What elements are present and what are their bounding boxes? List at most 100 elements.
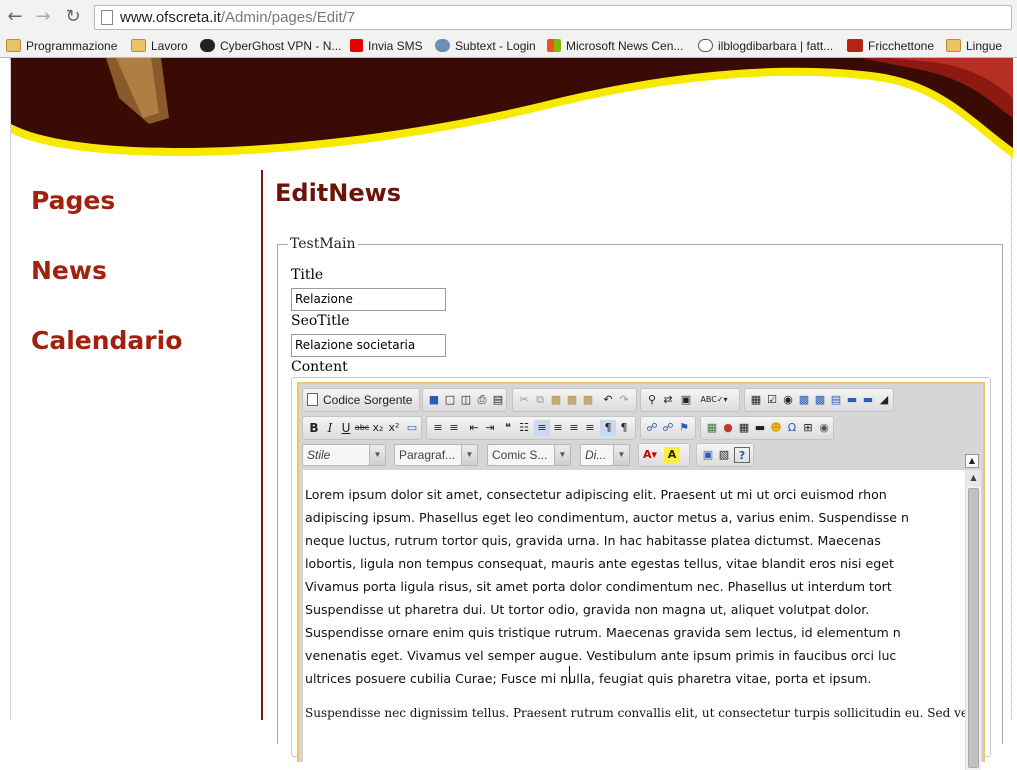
- help-icon[interactable]: ?: [734, 447, 750, 463]
- anchor-icon[interactable]: ⚑: [676, 420, 692, 436]
- textfield-icon[interactable]: ▩: [796, 392, 812, 408]
- bold-icon[interactable]: B: [306, 420, 322, 436]
- toolbar-row-2: B I U abc x₂ x² ▭ ≡ ≡ ⇤ ⇥ ❝ ☷ ≡ ≡ ≡ ≡ ¶ …: [302, 416, 982, 440]
- iframe-icon[interactable]: ◉: [816, 420, 832, 436]
- smiley-icon[interactable]: ☻: [768, 420, 784, 436]
- align-left-icon[interactable]: ≡: [534, 420, 550, 436]
- form-fieldset: TestMain Title Relazione SeoTitle Relazi…: [277, 236, 1003, 770]
- new-page-icon[interactable]: □: [442, 392, 458, 408]
- paste-icon[interactable]: ▩: [548, 392, 564, 408]
- justify-icon[interactable]: ≡: [582, 420, 598, 436]
- italic-icon[interactable]: I: [322, 420, 338, 436]
- nav-link-calendario[interactable]: Calendario: [31, 326, 251, 355]
- image-icon[interactable]: ▦: [704, 420, 720, 436]
- scrollbar-thumb[interactable]: [968, 488, 979, 768]
- bookmark-label: Invia SMS: [368, 39, 423, 53]
- save-icon[interactable]: ■: [426, 392, 442, 408]
- ghost-icon: [200, 39, 215, 52]
- print-icon[interactable]: ⎙: [474, 392, 490, 408]
- outdent-icon[interactable]: ⇤: [466, 420, 482, 436]
- reload-icon[interactable]: ↻: [62, 6, 84, 28]
- div-container-icon[interactable]: ☷: [516, 420, 532, 436]
- page-title: EditNews: [275, 179, 402, 207]
- bulleted-list-icon[interactable]: ≡: [446, 420, 462, 436]
- title-input[interactable]: Relazione: [291, 288, 446, 311]
- format-dropdown[interactable]: Paragraf... ▼: [394, 444, 478, 466]
- bookmark-label: Subtext - Login: [455, 39, 536, 53]
- bookmark-subtext[interactable]: Subtext - Login: [435, 37, 536, 55]
- scroll-up-arrow-icon[interactable]: ▲: [966, 470, 981, 486]
- url-text[interactable]: www.ofscreta.it/Admin/pages/Edit/7: [120, 6, 355, 29]
- windows-icon: [547, 39, 561, 52]
- size-dropdown[interactable]: Di... ▼: [580, 444, 630, 466]
- table-icon[interactable]: ▦: [736, 420, 752, 436]
- collapse-toolbar-icon[interactable]: ▲: [965, 454, 979, 468]
- bookmark-microsoft-news[interactable]: Microsoft News Cen...: [547, 37, 683, 55]
- paste-word-icon[interactable]: ▩: [580, 392, 596, 408]
- form-icon[interactable]: ▦: [748, 392, 764, 408]
- templates-icon[interactable]: ▤: [490, 392, 506, 408]
- text-direction-rtl-icon[interactable]: ¶: [616, 420, 632, 436]
- numbered-list-icon[interactable]: ≡: [430, 420, 446, 436]
- text-color-icon[interactable]: A▾: [642, 447, 658, 463]
- link-icon[interactable]: ☍: [644, 420, 660, 436]
- page-break-icon[interactable]: ⊞: [800, 420, 816, 436]
- font-dropdown[interactable]: Comic S... ▼: [487, 444, 571, 466]
- bookmark-cyberghost[interactable]: CyberGhost VPN - N...: [200, 37, 341, 55]
- remove-format-icon[interactable]: ▭: [404, 420, 420, 436]
- underline-icon[interactable]: U: [338, 420, 354, 436]
- text-direction-ltr-icon[interactable]: ¶: [600, 420, 616, 436]
- bookmark-programmazione[interactable]: Programmazione: [6, 37, 117, 55]
- maximize-icon[interactable]: ▣: [700, 447, 716, 463]
- style-dropdown[interactable]: Stile ▼: [302, 444, 386, 466]
- redo-icon[interactable]: ↷: [616, 392, 632, 408]
- seotitle-input[interactable]: Relazione societaria: [291, 334, 446, 357]
- unlink-icon[interactable]: ☍: [660, 420, 676, 436]
- bookmark-lavoro[interactable]: Lavoro: [131, 37, 188, 55]
- select-field-icon[interactable]: ▤: [828, 392, 844, 408]
- source-document-icon: [307, 393, 318, 406]
- show-blocks-icon[interactable]: ▧: [716, 447, 732, 463]
- content-label: Content: [291, 359, 348, 375]
- select-all-icon[interactable]: ▣: [678, 392, 694, 408]
- editor-content-area[interactable]: Lorem ipsum dolor sit amet, consectetur …: [303, 470, 965, 770]
- address-bar[interactable]: www.ofscreta.it/Admin/pages/Edit/7: [94, 5, 1012, 30]
- indent-icon[interactable]: ⇥: [482, 420, 498, 436]
- textarea-icon[interactable]: ▩: [812, 392, 828, 408]
- bookmark-invia-sms[interactable]: Invia SMS: [350, 37, 423, 55]
- flash-icon[interactable]: ●: [720, 420, 736, 436]
- button-field-icon[interactable]: ▬: [844, 392, 860, 408]
- editor-scrollbar[interactable]: ▲: [965, 470, 981, 770]
- undo-icon[interactable]: ↶: [600, 392, 616, 408]
- superscript-icon[interactable]: x²: [386, 420, 402, 436]
- source-button[interactable]: Codice Sorgente: [307, 392, 412, 409]
- text-caret: [569, 666, 570, 684]
- bookmark-fricchettone[interactable]: Fricchettone: [847, 37, 934, 55]
- replace-icon[interactable]: ⇄: [660, 392, 676, 408]
- page-content: Pages News Calendario EditNews TestMain …: [10, 58, 1013, 770]
- blockquote-icon[interactable]: ❝: [500, 420, 516, 436]
- background-color-icon[interactable]: A: [664, 447, 680, 463]
- align-center-icon[interactable]: ≡: [550, 420, 566, 436]
- checkbox-icon[interactable]: ☑: [764, 392, 780, 408]
- bookmark-ilblogdibarbara[interactable]: ilblogdibarbara | fatt...: [698, 37, 833, 55]
- forward-arrow-icon[interactable]: →: [32, 6, 54, 28]
- spellcheck-icon[interactable]: ABC✓▾: [696, 392, 732, 408]
- cut-icon[interactable]: ✂: [516, 392, 532, 408]
- bookmark-lingue[interactable]: Lingue: [946, 37, 1002, 55]
- find-icon[interactable]: ⚲: [644, 392, 660, 408]
- preview-icon[interactable]: ◫: [458, 392, 474, 408]
- hidden-field-icon[interactable]: ◢: [876, 392, 892, 408]
- paste-text-icon[interactable]: ▩: [564, 392, 580, 408]
- image-button-icon[interactable]: ▬: [860, 392, 876, 408]
- copy-icon[interactable]: ⧉: [532, 392, 548, 408]
- radio-icon[interactable]: ◉: [780, 392, 796, 408]
- horizontal-line-icon[interactable]: ▬: [752, 420, 768, 436]
- back-arrow-icon[interactable]: ←: [4, 6, 26, 28]
- strikethrough-icon[interactable]: abc: [354, 420, 370, 436]
- special-char-icon[interactable]: Ω: [784, 420, 800, 436]
- align-right-icon[interactable]: ≡: [566, 420, 582, 436]
- subscript-icon[interactable]: x₂: [370, 420, 386, 436]
- nav-link-news[interactable]: News: [31, 256, 251, 285]
- nav-link-pages[interactable]: Pages: [31, 186, 251, 215]
